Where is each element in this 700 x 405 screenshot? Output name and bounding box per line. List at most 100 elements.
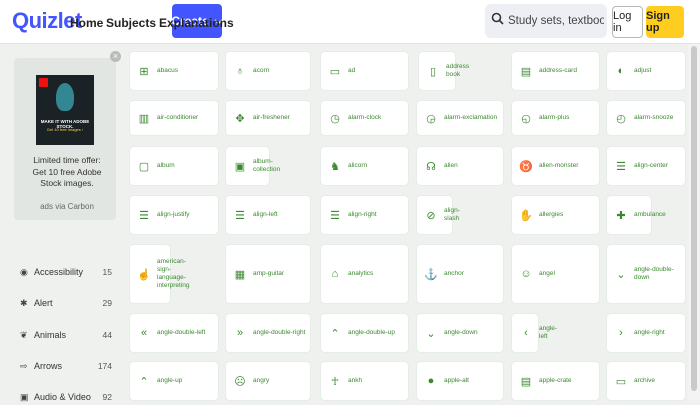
icon-card-align-justify[interactable]: ☰ align-justify — [130, 196, 218, 234]
icon-card-angle-right[interactable]: › angle-right — [607, 314, 685, 352]
animals-icon: ❦ — [20, 330, 28, 340]
icon-card-angel[interactable]: ☺ angel — [512, 245, 599, 303]
top-header: Quizlet Create Log in Sign up HomeSubjec… — [0, 0, 700, 44]
icon-card-label: angle-down — [444, 329, 478, 336]
icon-card-amp-guitar[interactable]: ▦ amp-guitar — [226, 245, 310, 303]
icon-card-angle-left[interactable]: ‹ angle-left — [512, 314, 557, 352]
icon-card-apple-crate[interactable]: ▤ apple-crate — [512, 362, 599, 400]
icon-card-album-collection[interactable]: ▣ album-collection — [226, 147, 280, 185]
nav-subjects[interactable]: Subjects — [106, 16, 156, 30]
icon-card-label: angle-double-up — [348, 329, 395, 336]
category-arrows[interactable]: ⇨ Arrows 174 — [20, 358, 112, 374]
icon-card-label: alarm-clock — [348, 114, 382, 121]
icon-card-asl-interpreting[interactable]: ☝ american-sign-language-interpreting — [130, 245, 190, 303]
scrollbar-thumb[interactable] — [691, 46, 697, 391]
icon-card-analytics[interactable]: ⌂ analytics — [321, 245, 408, 303]
archive-icon: ▭ — [615, 375, 627, 388]
icon-card-archive[interactable]: ▭ archive — [607, 362, 685, 400]
icon-card-label: angry — [253, 377, 270, 384]
login-button[interactable]: Log in — [612, 6, 643, 38]
angle-double-down-icon: ⌄ — [616, 268, 626, 281]
category-animals[interactable]: ❦ Animals 44 — [20, 327, 112, 343]
apple-crate-icon: ▤ — [520, 375, 532, 388]
icon-card-label: album-collection — [253, 158, 281, 173]
ad-text[interactable]: Limited time offer: Get 10 free Adobe St… — [28, 155, 106, 190]
adobe-logo-icon — [39, 78, 48, 87]
icon-card-label: american-sign-language-interpreting — [157, 258, 190, 289]
icon-card-label: align-left — [253, 211, 278, 218]
icon-card-alarm-clock[interactable]: ◷ alarm-clock — [321, 101, 408, 135]
icon-card-allergies[interactable]: ✋ allergies — [512, 196, 599, 234]
icon-card-apple-alt[interactable]: ● apple-alt — [417, 362, 503, 400]
icon-card-label: address book — [446, 63, 470, 78]
icon-card-air-freshener[interactable]: ✥ air-freshener — [226, 101, 310, 135]
alarm-plus-icon: ◵ — [521, 112, 531, 125]
ad-image[interactable]: MAKE IT WITH ADOBE STOCK. Get 10 free im… — [36, 75, 94, 145]
icon-card-angry[interactable]: ☹ angry — [226, 362, 310, 400]
ad-close-button[interactable]: × — [110, 51, 121, 62]
icon-card-ankh[interactable]: ☥ ankh — [321, 362, 408, 400]
album-collection-icon: ▣ — [234, 160, 246, 173]
icon-card-album[interactable]: ▢ album — [130, 147, 218, 185]
alarm-snooze-icon: ◴ — [616, 112, 626, 125]
nav-explanations[interactable]: Explanations — [159, 16, 234, 30]
icon-card-acorn[interactable]: ♁ acorn — [226, 52, 310, 90]
icon-card-label: amp-guitar — [253, 270, 285, 277]
icon-card-alarm-plus[interactable]: ◵ alarm-plus — [512, 101, 599, 135]
icon-card-adjust[interactable]: ◐ adjust — [607, 52, 685, 90]
category-alert[interactable]: ✱ Alert 29 — [20, 295, 112, 311]
category-label: Animals — [34, 330, 67, 340]
alien-icon: ☊ — [426, 160, 436, 173]
signup-button[interactable]: Sign up — [646, 6, 684, 38]
icon-card-angle-double-left[interactable]: « angle-double-left — [130, 314, 218, 352]
icon-card-label: alarm-plus — [539, 114, 570, 121]
icon-card-address-book[interactable]: ▯ address book — [419, 52, 469, 90]
alicorn-icon: ♞ — [330, 160, 340, 173]
icon-card-air-conditioner[interactable]: ▥ air-conditioner — [130, 101, 218, 135]
icon-card-label: address-card — [539, 67, 577, 74]
icon-card-angle-up[interactable]: ⌃ angle-up — [130, 362, 218, 400]
icon-card-label: angle-right — [634, 329, 665, 336]
icon-card-abacus[interactable]: ⊞ abacus — [130, 52, 218, 90]
air-conditioner-icon: ▥ — [138, 112, 150, 125]
search-box[interactable] — [485, 4, 607, 38]
icon-card-alien[interactable]: ☊ alien — [417, 147, 503, 185]
angle-double-right-icon: » — [236, 327, 244, 339]
icon-card-alarm-exclamation[interactable]: ◶ alarm-exclamation — [417, 101, 503, 135]
icon-card-label: angle-left — [539, 325, 558, 340]
icon-card-align-slash[interactable]: ⊘ align-slash — [417, 196, 460, 234]
icon-card-alarm-snooze[interactable]: ◴ alarm-snooze — [607, 101, 685, 135]
icon-card-align-left[interactable]: ☰ align-left — [226, 196, 310, 234]
icon-card-align-center[interactable]: ☰ align-center — [607, 147, 685, 185]
alert-icon: ✱ — [20, 298, 28, 308]
icon-card-angle-double-right[interactable]: » angle-double-right — [226, 314, 310, 352]
amp-guitar-icon: ▦ — [234, 268, 246, 281]
icon-card-alicorn[interactable]: ♞ alicorn — [321, 147, 408, 185]
icon-card-anchor[interactable]: ⚓ anchor — [417, 245, 503, 303]
icon-card-angle-down[interactable]: ⌄ angle-down — [417, 314, 503, 352]
icon-card-ad[interactable]: ▭ ad — [321, 52, 408, 90]
angle-double-up-icon: ⌃ — [330, 327, 340, 340]
icon-card-angle-double-down[interactable]: ⌄ angle-double-down — [607, 245, 685, 303]
vertical-scrollbar[interactable] — [688, 44, 700, 400]
search-input[interactable] — [508, 15, 604, 27]
search-icon — [491, 12, 504, 30]
icon-card-label: archive — [634, 377, 655, 384]
category-label: Audio & Video — [34, 392, 91, 402]
abacus-icon: ⊞ — [139, 65, 149, 78]
icon-card-label: alicorn — [348, 162, 368, 169]
icon-card-ambulance[interactable]: ✚ ambulance — [607, 196, 666, 234]
nav-home[interactable]: Home — [70, 16, 103, 30]
category-accessibility[interactable]: ◉ Accessibility 15 — [20, 264, 112, 280]
angry-icon: ☹ — [234, 375, 246, 388]
icon-card-label: align-justify — [157, 211, 190, 218]
icon-card-alien-monster[interactable]: ♉ alien-monster — [512, 147, 599, 185]
icon-card-address-card[interactable]: ▤ address-card — [512, 52, 599, 90]
category-audio-video[interactable]: ▣ Audio & Video 92 — [20, 389, 112, 405]
apple-alt-icon: ● — [427, 375, 435, 387]
icon-card-label: alien-monster — [539, 162, 579, 169]
ad-via-carbon[interactable]: ads via Carbon — [28, 202, 106, 211]
adjust-icon: ◐ — [617, 65, 625, 77]
icon-card-align-right[interactable]: ☰ align-right — [321, 196, 408, 234]
icon-card-angle-double-up[interactable]: ⌃ angle-double-up — [321, 314, 408, 352]
